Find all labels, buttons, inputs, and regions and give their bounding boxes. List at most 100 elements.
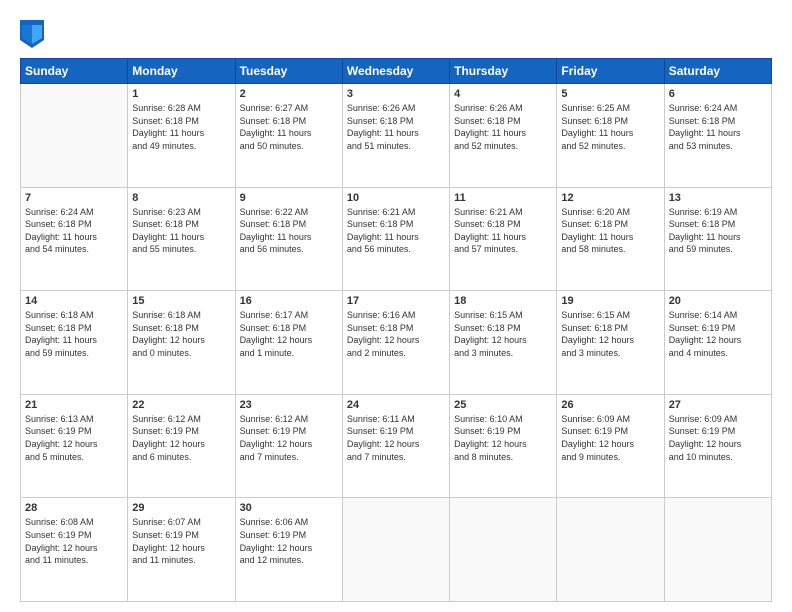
logo xyxy=(20,18,46,48)
day-number: 3 xyxy=(347,88,445,100)
day-number: 23 xyxy=(240,399,338,411)
calendar-cell: 20 Sunrise: 6:14 AM Sunset: 6:19 PM Dayli… xyxy=(664,291,771,395)
calendar-day-header: Friday xyxy=(557,59,664,84)
calendar-cell: 26Sunrise: 6:09 AM Sunset: 6:19 PM Dayli… xyxy=(557,394,664,498)
day-info: Sunrise: 6:14 AM Sunset: 6:19 PM Dayligh… xyxy=(669,309,767,359)
day-info: Sunrise: 6:26 AM Sunset: 6:18 PM Dayligh… xyxy=(454,102,552,152)
day-number: 15 xyxy=(132,295,230,307)
day-info: Sunrise: 6:23 AM Sunset: 6:18 PM Dayligh… xyxy=(132,206,230,256)
day-number: 19 xyxy=(561,295,659,307)
calendar-cell: 4 Sunrise: 6:26 AM Sunset: 6:18 PM Daylig… xyxy=(450,84,557,188)
day-info: Sunrise: 6:10 AM Sunset: 6:19 PM Dayligh… xyxy=(454,413,552,463)
day-info: Sunrise: 6:21 AM Sunset: 6:18 PM Dayligh… xyxy=(347,206,445,256)
calendar-day-header: Tuesday xyxy=(235,59,342,84)
day-info: Sunrise: 6:12 AM Sunset: 6:19 PM Dayligh… xyxy=(240,413,338,463)
calendar-cell: 6 Sunrise: 6:24 AM Sunset: 6:18 PM Daylig… xyxy=(664,84,771,188)
calendar-week-row: 21Sunrise: 6:13 AM Sunset: 6:19 PM Dayli… xyxy=(21,394,772,498)
calendar-day-header: Sunday xyxy=(21,59,128,84)
day-info: Sunrise: 6:19 AM Sunset: 6:18 PM Dayligh… xyxy=(669,206,767,256)
calendar-cell: 5 Sunrise: 6:25 AM Sunset: 6:18 PM Daylig… xyxy=(557,84,664,188)
day-number: 14 xyxy=(25,295,123,307)
calendar-cell xyxy=(664,498,771,602)
day-info: Sunrise: 6:07 AM Sunset: 6:19 PM Dayligh… xyxy=(132,516,230,566)
day-number: 27 xyxy=(669,399,767,411)
day-info: Sunrise: 6:12 AM Sunset: 6:19 PM Dayligh… xyxy=(132,413,230,463)
header xyxy=(20,18,772,48)
day-number: 5 xyxy=(561,88,659,100)
calendar-header-row: SundayMondayTuesdayWednesdayThursdayFrid… xyxy=(21,59,772,84)
calendar-cell: 22 Sunrise: 6:12 AM Sunset: 6:19 PM Dayli… xyxy=(128,394,235,498)
calendar-cell: 15 Sunrise: 6:18 AM Sunset: 6:18 PM Dayli… xyxy=(128,291,235,395)
calendar-week-row: 28 Sunrise: 6:08 AM Sunset: 6:19 PM Dayli… xyxy=(21,498,772,602)
day-number: 4 xyxy=(454,88,552,100)
calendar-day-header: Monday xyxy=(128,59,235,84)
day-info: Sunrise: 6:09 AM Sunset: 6:19 PM Dayligh… xyxy=(561,413,659,463)
calendar-cell: 17 Sunrise: 6:16 AM Sunset: 6:18 PM Dayli… xyxy=(342,291,449,395)
calendar-cell xyxy=(450,498,557,602)
day-number: 6 xyxy=(669,88,767,100)
day-info: Sunrise: 6:15 AM Sunset: 6:18 PM Dayligh… xyxy=(561,309,659,359)
calendar-cell: 7 Sunrise: 6:24 AM Sunset: 6:18 PM Daylig… xyxy=(21,187,128,291)
calendar-cell: 8 Sunrise: 6:23 AM Sunset: 6:18 PM Daylig… xyxy=(128,187,235,291)
calendar-cell: 14 Sunrise: 6:18 AM Sunset: 6:18 PM Dayli… xyxy=(21,291,128,395)
page: SundayMondayTuesdayWednesdayThursdayFrid… xyxy=(0,0,792,612)
calendar-cell xyxy=(21,84,128,188)
day-info: Sunrise: 6:16 AM Sunset: 6:18 PM Dayligh… xyxy=(347,309,445,359)
day-number: 29 xyxy=(132,502,230,514)
day-number: 11 xyxy=(454,192,552,204)
calendar-table: SundayMondayTuesdayWednesdayThursdayFrid… xyxy=(20,58,772,602)
day-info: Sunrise: 6:15 AM Sunset: 6:18 PM Dayligh… xyxy=(454,309,552,359)
day-number: 10 xyxy=(347,192,445,204)
day-number: 13 xyxy=(669,192,767,204)
day-info: Sunrise: 6:24 AM Sunset: 6:18 PM Dayligh… xyxy=(669,102,767,152)
day-info: Sunrise: 6:25 AM Sunset: 6:18 PM Dayligh… xyxy=(561,102,659,152)
calendar-week-row: 7 Sunrise: 6:24 AM Sunset: 6:18 PM Daylig… xyxy=(21,187,772,291)
day-info: Sunrise: 6:28 AM Sunset: 6:18 PM Dayligh… xyxy=(132,102,230,152)
calendar-cell: 10 Sunrise: 6:21 AM Sunset: 6:18 PM Dayli… xyxy=(342,187,449,291)
day-info: Sunrise: 6:21 AM Sunset: 6:18 PM Dayligh… xyxy=(454,206,552,256)
logo-icon xyxy=(20,20,44,48)
calendar-cell: 1 Sunrise: 6:28 AM Sunset: 6:18 PM Daylig… xyxy=(128,84,235,188)
calendar-week-row: 1 Sunrise: 6:28 AM Sunset: 6:18 PM Daylig… xyxy=(21,84,772,188)
calendar-cell: 24Sunrise: 6:11 AM Sunset: 6:19 PM Dayli… xyxy=(342,394,449,498)
day-number: 12 xyxy=(561,192,659,204)
calendar-cell: 13 Sunrise: 6:19 AM Sunset: 6:18 PM Dayli… xyxy=(664,187,771,291)
day-info: Sunrise: 6:08 AM Sunset: 6:19 PM Dayligh… xyxy=(25,516,123,566)
day-number: 8 xyxy=(132,192,230,204)
day-info: Sunrise: 6:18 AM Sunset: 6:18 PM Dayligh… xyxy=(132,309,230,359)
day-number: 16 xyxy=(240,295,338,307)
day-number: 7 xyxy=(25,192,123,204)
calendar-cell: 18 Sunrise: 6:15 AM Sunset: 6:18 PM Dayli… xyxy=(450,291,557,395)
calendar-week-row: 14 Sunrise: 6:18 AM Sunset: 6:18 PM Dayli… xyxy=(21,291,772,395)
day-number: 20 xyxy=(669,295,767,307)
day-number: 28 xyxy=(25,502,123,514)
day-info: Sunrise: 6:09 AM Sunset: 6:19 PM Dayligh… xyxy=(669,413,767,463)
day-info: Sunrise: 6:18 AM Sunset: 6:18 PM Dayligh… xyxy=(25,309,123,359)
day-number: 1 xyxy=(132,88,230,100)
calendar-cell: 23 Sunrise: 6:12 AM Sunset: 6:19 PM Dayli… xyxy=(235,394,342,498)
calendar-cell: 19 Sunrise: 6:15 AM Sunset: 6:18 PM Dayli… xyxy=(557,291,664,395)
calendar-cell: 3 Sunrise: 6:26 AM Sunset: 6:18 PM Daylig… xyxy=(342,84,449,188)
calendar-cell: 9Sunrise: 6:22 AM Sunset: 6:18 PM Daylig… xyxy=(235,187,342,291)
calendar-cell: 16 Sunrise: 6:17 AM Sunset: 6:18 PM Dayli… xyxy=(235,291,342,395)
day-number: 30 xyxy=(240,502,338,514)
calendar-cell: 29 Sunrise: 6:07 AM Sunset: 6:19 PM Dayli… xyxy=(128,498,235,602)
calendar-cell: 30 Sunrise: 6:06 AM Sunset: 6:19 PM Dayli… xyxy=(235,498,342,602)
day-number: 9 xyxy=(240,192,338,204)
calendar-cell: 12Sunrise: 6:20 AM Sunset: 6:18 PM Dayli… xyxy=(557,187,664,291)
day-info: Sunrise: 6:26 AM Sunset: 6:18 PM Dayligh… xyxy=(347,102,445,152)
day-info: Sunrise: 6:27 AM Sunset: 6:18 PM Dayligh… xyxy=(240,102,338,152)
day-number: 2 xyxy=(240,88,338,100)
day-info: Sunrise: 6:06 AM Sunset: 6:19 PM Dayligh… xyxy=(240,516,338,566)
calendar-cell: 28 Sunrise: 6:08 AM Sunset: 6:19 PM Dayli… xyxy=(21,498,128,602)
day-number: 18 xyxy=(454,295,552,307)
day-number: 22 xyxy=(132,399,230,411)
day-number: 25 xyxy=(454,399,552,411)
day-info: Sunrise: 6:13 AM Sunset: 6:19 PM Dayligh… xyxy=(25,413,123,463)
calendar-cell: 21Sunrise: 6:13 AM Sunset: 6:19 PM Dayli… xyxy=(21,394,128,498)
calendar-cell: 2 Sunrise: 6:27 AM Sunset: 6:18 PM Daylig… xyxy=(235,84,342,188)
day-info: Sunrise: 6:24 AM Sunset: 6:18 PM Dayligh… xyxy=(25,206,123,256)
calendar-day-header: Saturday xyxy=(664,59,771,84)
day-number: 17 xyxy=(347,295,445,307)
day-info: Sunrise: 6:17 AM Sunset: 6:18 PM Dayligh… xyxy=(240,309,338,359)
